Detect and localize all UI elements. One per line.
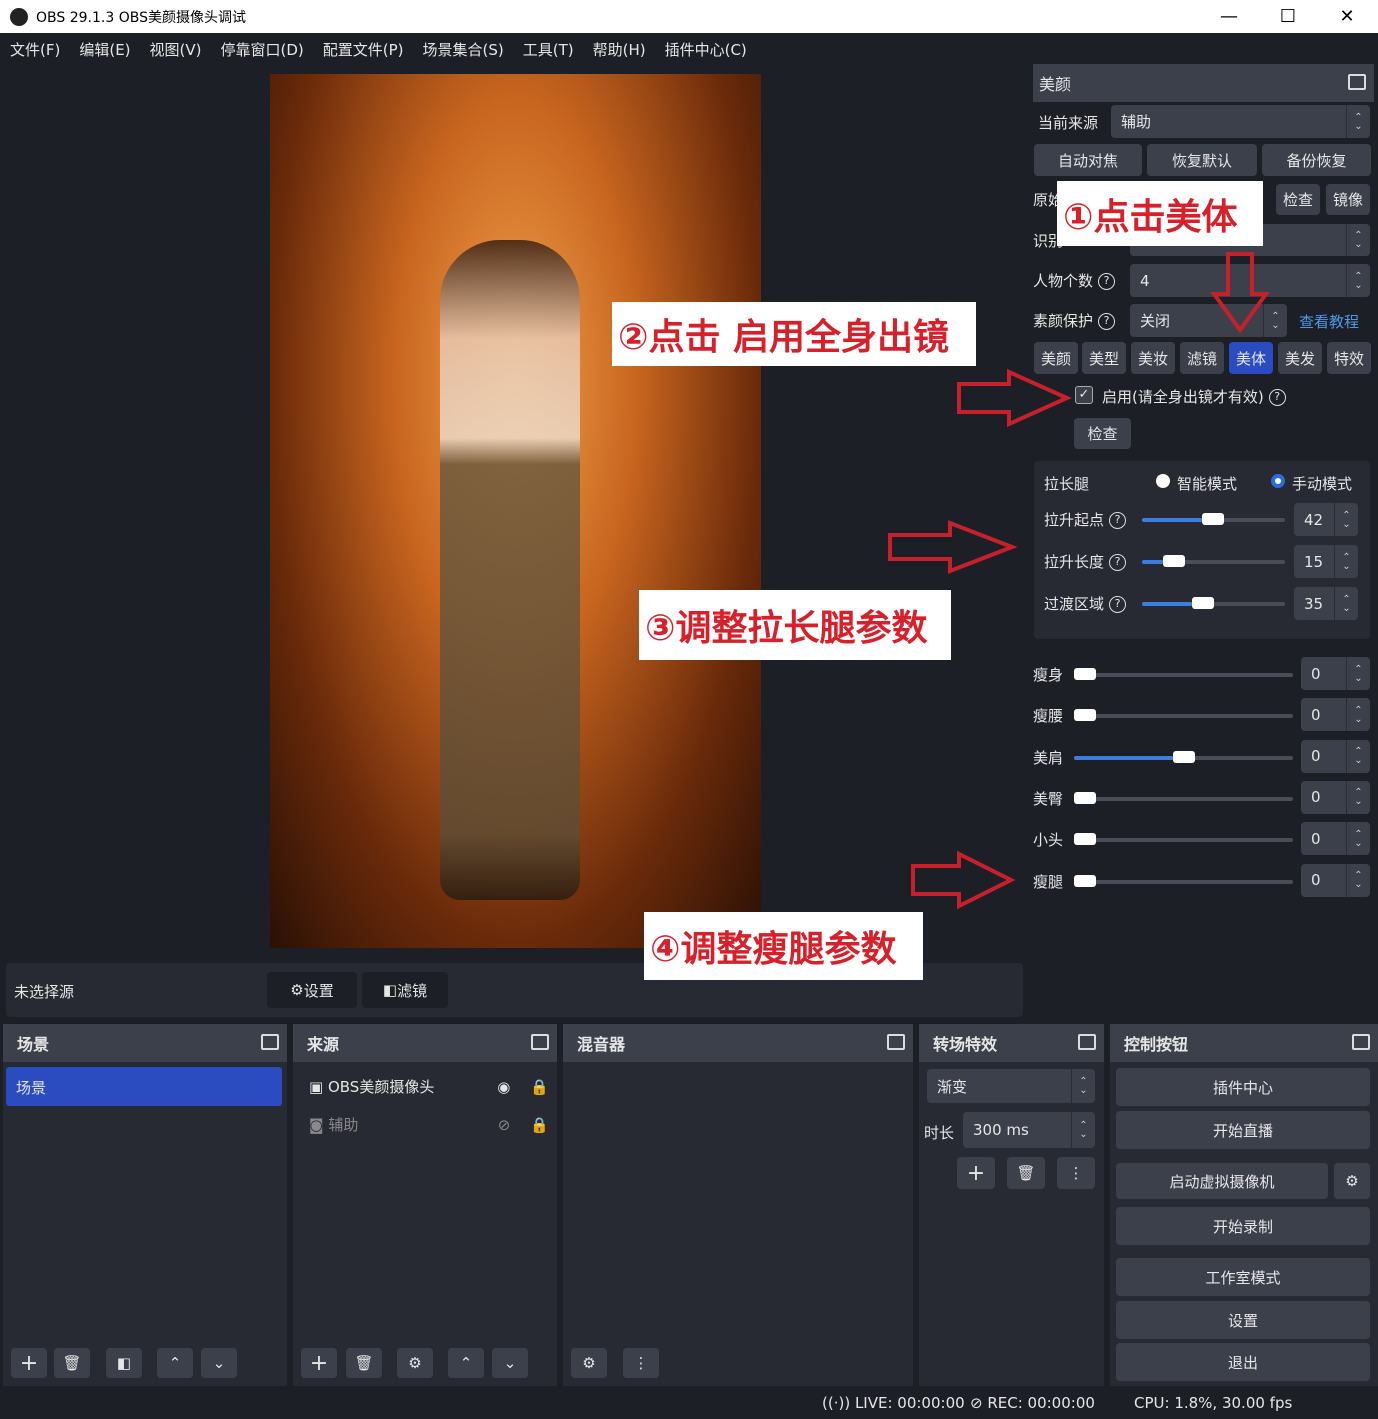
arrow-down-icon	[1210, 252, 1270, 334]
annotation-arrows	[888, 252, 1270, 910]
arrow-right-icon	[888, 520, 1018, 574]
arrow-right-icon	[957, 368, 1072, 428]
arrow-right-icon	[911, 850, 1016, 910]
